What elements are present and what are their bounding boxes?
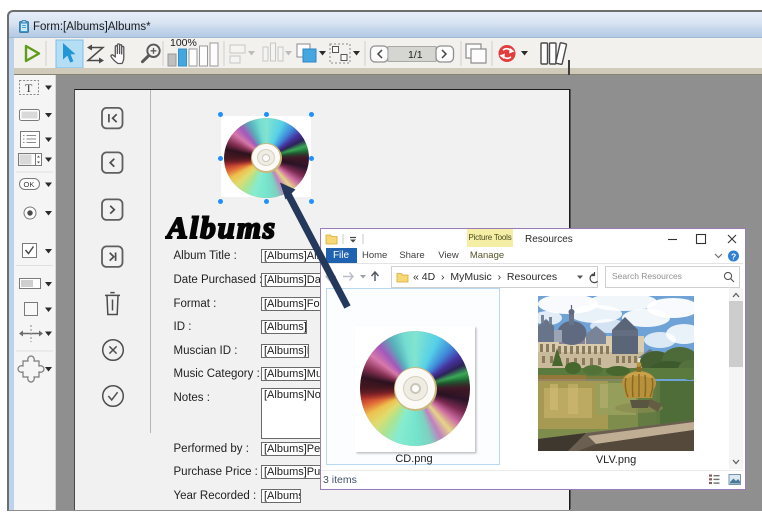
svg-text:1/1: 1/1 <box>408 49 423 61</box>
svg-text:100%: 100% <box>170 38 197 49</box>
svg-text:Albums: Albums <box>165 210 275 245</box>
svg-text:T: T <box>25 81 33 95</box>
svg-text:OK: OK <box>24 180 35 189</box>
svg-text:?: ? <box>731 252 736 262</box>
